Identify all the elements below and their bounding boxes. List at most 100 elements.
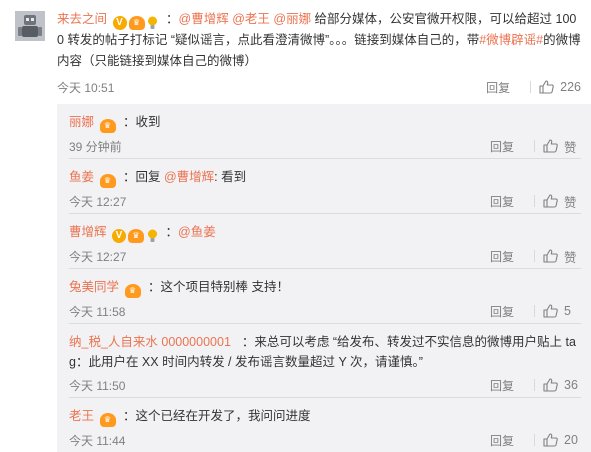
like-button[interactable]: 赞 <box>543 137 581 156</box>
divider <box>534 250 535 262</box>
reply-button[interactable]: 回复 <box>490 303 526 320</box>
reply-button[interactable]: 回复 <box>490 432 526 449</box>
like-count: 赞 <box>564 195 577 210</box>
timestamp: 今天 11:44 <box>69 433 126 448</box>
text-segment: ：这个项目特别棒 支持！ <box>147 280 289 294</box>
reply-text: 老王 ♛ ：这个已经在开发了，我问问进度 <box>69 406 581 427</box>
reply-button[interactable]: 回复 <box>486 79 522 96</box>
username-link[interactable]: 丽娜 <box>69 115 94 129</box>
timestamp: 今天 12:27 <box>69 249 127 264</box>
thumbs-up-icon <box>543 249 558 263</box>
text-segment: ： <box>165 225 178 239</box>
timestamp: 今天 11:50 <box>69 378 126 393</box>
mention-link[interactable]: @曹增辉 <box>164 170 214 184</box>
thumbs-up-icon <box>543 378 558 392</box>
badge-group: ♛ <box>99 119 118 133</box>
reply-text: 丽娜 ♛ ：收到 <box>69 112 581 133</box>
like-count: 赞 <box>564 250 577 265</box>
text-segment: ： <box>165 12 179 26</box>
username-link[interactable]: 来去之间 <box>57 12 107 26</box>
reply-button[interactable]: 回复 <box>490 248 526 265</box>
reply-text: 兔美同学 ♛ ：这个项目特别棒 支持！ <box>69 277 581 298</box>
timestamp: 今天 11:58 <box>69 304 126 319</box>
text-segment: : 看到 <box>214 170 247 184</box>
comment-thread: 来去之间 V ♛ ：@曹增辉 @老王 @丽娜 给部分媒体，公安官微开权限，可以给超… <box>15 9 591 452</box>
reply-panel: 丽娜 ♛ ：收到 39 分钟前 回复 赞 鱼姜 ♛ ：回复 @曹增辉: 看到 今… <box>57 104 591 452</box>
mention-link[interactable]: @鱼姜 <box>178 225 216 239</box>
reply-content: ：这个项目特别棒 支持！ <box>148 280 289 294</box>
username-link[interactable]: 老王 <box>69 409 94 423</box>
reply-button[interactable]: 回复 <box>490 138 526 155</box>
reply-content: ：收到 <box>123 115 161 129</box>
reply-item: 曹增辉 V ♛ ：@鱼姜 今天 12:27 回复 赞 <box>69 213 581 268</box>
text-segment: ：这个已经在开发了，我问问进度 <box>122 409 311 423</box>
like-button[interactable]: 5 <box>543 304 581 318</box>
verified-v-icon: V <box>112 229 126 243</box>
member-crown-icon: ♛ <box>99 119 116 133</box>
topic-link[interactable]: #微博辟谣# <box>479 33 543 47</box>
like-button[interactable]: 赞 <box>543 247 581 266</box>
reply-content: ：回复 @曹增辉: 看到 <box>123 170 246 184</box>
like-button[interactable]: 226 <box>539 80 581 94</box>
text-segment: ：收到 <box>122 115 161 129</box>
like-count: 36 <box>564 378 578 392</box>
member-crown-icon: ♛ <box>99 174 116 188</box>
divider <box>534 379 535 391</box>
timestamp: 今天 10:51 <box>57 80 115 95</box>
thumbs-up-icon <box>543 139 558 153</box>
member-crown-icon: ♛ <box>124 284 141 298</box>
mention-link[interactable]: @曹增辉 <box>179 12 229 26</box>
thumbs-up-icon <box>543 194 558 208</box>
divider <box>530 81 532 93</box>
username-link[interactable]: 鱼姜 <box>69 170 94 184</box>
badge-group: ♛ <box>99 413 118 427</box>
badge-group: ♛ <box>99 174 118 188</box>
reply-item: 丽娜 ♛ ：收到 39 分钟前 回复 赞 <box>69 104 581 158</box>
verified-v-icon: V <box>112 16 127 30</box>
like-button[interactable]: 赞 <box>543 192 581 211</box>
top-comment-body: 来去之间 V ♛ ：@曹增辉 @老王 @丽娜 给部分媒体，公安官微开权限，可以给超… <box>57 9 581 100</box>
bulb-icon <box>147 16 159 30</box>
like-count: 赞 <box>564 140 577 155</box>
member-crown-icon: ♛ <box>128 229 144 243</box>
member-crown-icon: ♛ <box>99 413 116 427</box>
member-crown-icon: ♛ <box>128 16 145 30</box>
reply-meta: 今天 12:27 回复 赞 <box>69 244 581 268</box>
thumbs-up-icon <box>539 80 554 94</box>
reply-item: 纳_税_人自来水 0000000001 ：来总可以考虑 “给发布、转发过不实信息… <box>69 323 581 397</box>
divider <box>534 305 535 317</box>
reply-text: 曹增辉 V ♛ ：@鱼姜 <box>69 222 581 243</box>
mention-link[interactable]: @丽娜 <box>273 12 311 26</box>
reply-item: 老王 ♛ ：这个已经在开发了，我问问进度 今天 11:44 回复 20 <box>69 397 581 452</box>
reply-item: 鱼姜 ♛ ：回复 @曹增辉: 看到 今天 12:27 回复 赞 <box>69 158 581 213</box>
comment-meta: 今天 10:51 回复 226 <box>57 74 581 100</box>
like-count: 5 <box>564 304 571 318</box>
reply-text: 纳_税_人自来水 0000000001 ：来总可以考虑 “给发布、转发过不实信息… <box>69 332 581 372</box>
like-count: 226 <box>560 80 581 94</box>
robot-figure-avatar-icon <box>15 11 45 41</box>
reply-item: 兔美同学 ♛ ：这个项目特别棒 支持！ 今天 11:58 回复 5 <box>69 268 581 323</box>
top-comment: 来去之间 V ♛ ：@曹增辉 @老王 @丽娜 给部分媒体，公安官微开权限，可以给超… <box>15 9 581 100</box>
reply-button[interactable]: 回复 <box>490 193 526 210</box>
username-link[interactable]: 纳_税_人自来水 0000000001 <box>69 335 231 349</box>
reply-meta: 39 分钟前 回复 赞 <box>69 134 581 158</box>
badge-group: V ♛ <box>112 229 160 243</box>
like-button[interactable]: 36 <box>543 378 581 392</box>
avatar[interactable] <box>15 11 45 41</box>
username-link[interactable]: 兔美同学 <box>69 280 119 294</box>
reply-meta: 今天 11:50 回复 36 <box>69 373 581 397</box>
badge-group: V ♛ <box>112 16 161 30</box>
divider <box>534 140 535 152</box>
reply-meta: 今天 11:58 回复 5 <box>69 299 581 323</box>
timestamp: 39 分钟前 <box>69 139 122 154</box>
thumbs-up-icon <box>543 304 558 318</box>
reply-meta: 今天 12:27 回复 赞 <box>69 189 581 213</box>
reply-meta: 今天 11:44 回复 20 <box>69 428 581 452</box>
reply-content: ：@鱼姜 <box>165 225 215 239</box>
username-link[interactable]: 曹增辉 <box>69 225 107 239</box>
bulb-icon <box>146 229 158 243</box>
reply-button[interactable]: 回复 <box>490 377 526 394</box>
mention-link[interactable]: @老王 <box>232 12 270 26</box>
timestamp: 今天 12:27 <box>69 194 127 209</box>
comment-text: 来去之间 V ♛ ：@曹增辉 @老王 @丽娜 给部分媒体，公安官微开权限，可以给超… <box>57 9 581 72</box>
